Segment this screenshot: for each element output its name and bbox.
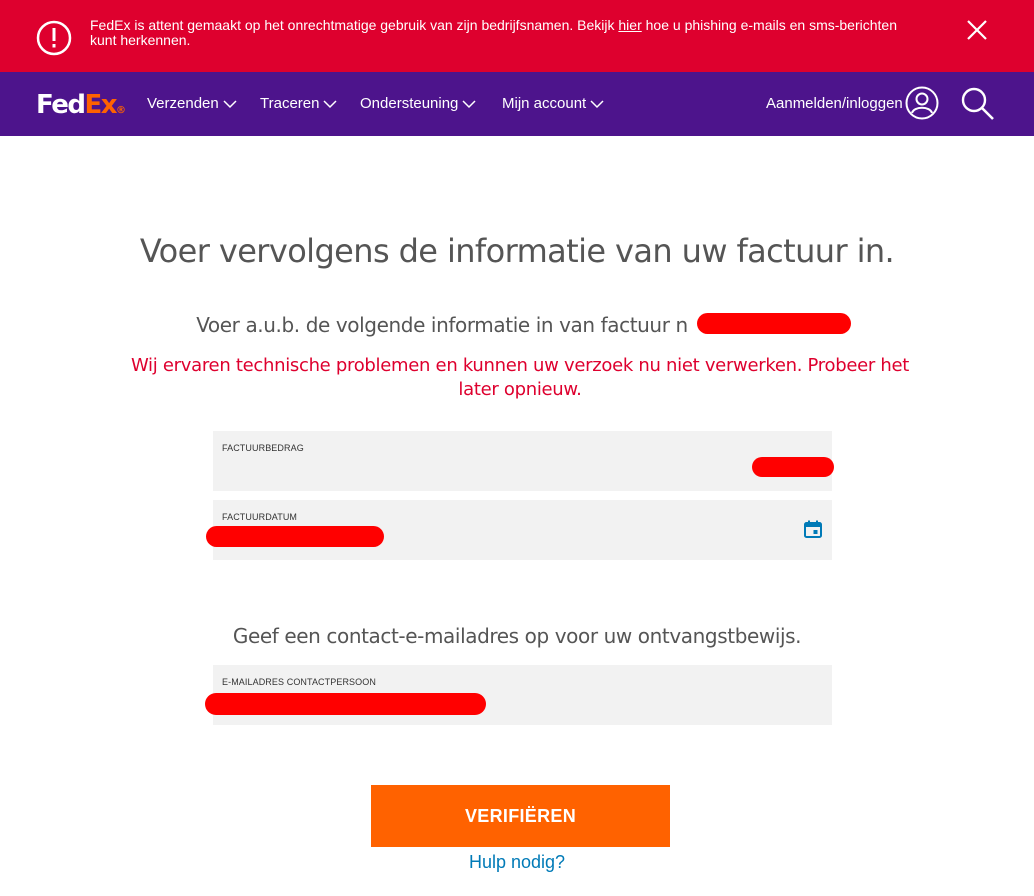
redaction-mark — [206, 526, 384, 547]
close-icon[interactable] — [964, 17, 990, 43]
chevron-down-icon — [223, 100, 237, 109]
verify-button[interactable]: VERIFIËREN — [371, 785, 670, 847]
error-message: Wij ervaren technische problemen en kunn… — [130, 355, 910, 400]
redaction-mark — [752, 457, 834, 477]
main-navigation: FedEx® Verzenden Traceren Ondersteuning … — [0, 72, 1034, 136]
redaction-mark — [697, 313, 851, 334]
search-icon[interactable] — [960, 86, 996, 122]
nav-item-verzenden[interactable]: Verzenden — [147, 95, 237, 113]
logo-fed: Fed — [36, 90, 86, 120]
contact-email-heading: Geef een contact-e-mailadres op voor uw … — [232, 624, 802, 648]
alert-link-here[interactable]: hier — [618, 17, 641, 33]
login-link[interactable]: Aanmelden/inloggen — [766, 95, 903, 113]
chevron-down-icon — [590, 100, 604, 109]
alert-text-start: FedEx is attent gemaakt op het onrechtma… — [90, 17, 619, 33]
contact-email-label: E-MAILADRES CONTACTPERSOON — [222, 677, 376, 687]
nav-item-traceren[interactable]: Traceren — [260, 95, 337, 113]
page-title: Voer vervolgens de informatie van uw fac… — [139, 232, 895, 270]
invoice-instructions-text: Voer a.u.b. de volgende informatie in va… — [196, 313, 688, 337]
nav-item-label: Ondersteuning — [360, 95, 459, 112]
chevron-down-icon — [323, 100, 337, 109]
alert-circle-icon — [36, 20, 72, 56]
logo-registered: ® — [115, 105, 126, 116]
invoice-date-label: FACTUURDATUM — [222, 512, 298, 522]
nav-item-label: Mijn account — [502, 95, 587, 112]
calendar-icon[interactable] — [803, 519, 823, 539]
redaction-mark — [205, 693, 486, 715]
alert-message: FedEx is attent gemaakt op het onrechtma… — [90, 18, 910, 48]
nav-item-label: Verzenden — [147, 95, 219, 112]
nav-item-label: Traceren — [260, 95, 320, 112]
invoice-amount-field[interactable]: FACTUURBEDRAG — [213, 431, 832, 491]
invoice-amount-input[interactable] — [222, 459, 802, 485]
phishing-alert-banner: FedEx is attent gemaakt op het onrechtma… — [0, 0, 1034, 72]
nav-item-ondersteuning[interactable]: Ondersteuning — [360, 95, 476, 113]
invoice-amount-label: FACTUURBEDRAG — [222, 443, 304, 453]
invoice-instructions: Voer a.u.b. de volgende informatie in va… — [0, 312, 1034, 338]
help-link[interactable]: Hulp nodig? — [0, 850, 1034, 874]
nav-item-mijn-account[interactable]: Mijn account — [502, 95, 604, 113]
chevron-down-icon — [462, 100, 476, 109]
user-icon[interactable] — [905, 86, 939, 120]
fedex-logo[interactable]: FedEx® — [36, 90, 126, 120]
logo-ex: Ex — [84, 90, 117, 120]
